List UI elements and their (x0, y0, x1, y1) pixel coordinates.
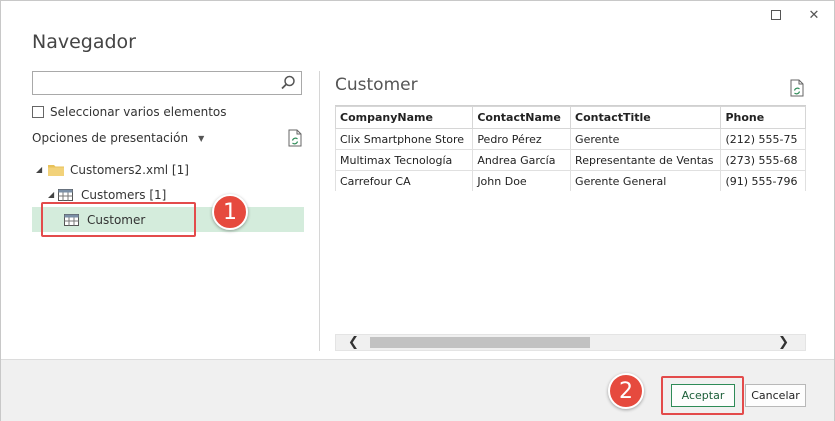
search-icon[interactable] (279, 74, 297, 92)
preview-title: Customer (335, 75, 418, 95)
table-cell: (212) 555-75 (720, 128, 806, 150)
horizontal-scrollbar[interactable]: ❮ ❯ (335, 334, 806, 351)
multi-select-label: Seleccionar varios elementos (50, 105, 227, 119)
display-options-label: Opciones de presentación (32, 131, 189, 145)
maximize-icon[interactable] (768, 7, 784, 23)
search-field[interactable] (32, 71, 302, 95)
table-header-row: CompanyName ContactName ContactTitle Pho… (335, 106, 806, 129)
table-cell: Representante de Ventas (570, 149, 722, 171)
tree-item-label: Customers [1] (81, 187, 167, 202)
table-cell: Multimax Tecnología (335, 149, 474, 171)
table-row: Multimax Tecnología Andrea García Repres… (335, 149, 806, 171)
table-cell: John Doe (472, 170, 572, 191)
table-cell: (91) 555-796 (720, 170, 806, 191)
preview-table-container: CompanyName ContactName ContactTitle Pho… (335, 105, 806, 191)
dialog-footer: Aceptar Cancelar (1, 359, 834, 421)
cancel-button[interactable]: Cancelar (745, 384, 806, 407)
refresh-icon[interactable] (287, 129, 303, 147)
column-header[interactable]: ContactTitle (570, 106, 722, 129)
multi-select-checkbox[interactable] (32, 106, 44, 118)
callout-badge-1: 1 (212, 194, 248, 230)
accept-button[interactable]: Aceptar (671, 384, 735, 407)
display-options-dropdown[interactable]: Opciones de presentación ▼ (32, 131, 204, 145)
table-cell: Carrefour CA (335, 170, 474, 191)
panel-divider[interactable] (319, 71, 320, 351)
column-header[interactable]: Phone (720, 106, 806, 129)
dialog-title: Navegador (32, 31, 136, 53)
expand-arrow-icon[interactable]: ◢ (48, 190, 58, 199)
scrollbar-thumb[interactable] (370, 337, 590, 348)
table-cell: Gerente General (570, 170, 722, 191)
table-cell: (273) 555-68 (720, 149, 806, 171)
folder-icon (48, 164, 64, 176)
multi-select-option[interactable]: Seleccionar varios elementos (32, 105, 227, 119)
search-input[interactable] (33, 72, 273, 94)
caret-down-icon: ▼ (198, 133, 205, 143)
scroll-left-icon[interactable]: ❮ (348, 335, 359, 350)
table-cell: Andrea García (472, 149, 572, 171)
tree-item-customers2-xml[interactable]: ◢ Customers2.xml [1] (32, 157, 304, 182)
table-row: Clix Smartphone Store Pedro Pérez Gerent… (335, 128, 806, 150)
refresh-icon[interactable] (789, 79, 805, 97)
table-icon (58, 188, 73, 201)
preview-table: CompanyName ContactName ContactTitle Pho… (335, 106, 806, 191)
callout-highlight-customer (41, 202, 196, 237)
tree-item-label: Customers2.xml [1] (70, 162, 189, 177)
expand-arrow-icon[interactable]: ◢ (36, 165, 46, 174)
table-row: Carrefour CA John Doe Gerente General (9… (335, 170, 806, 191)
navigator-dialog: ✕ Navegador Seleccionar varios elementos… (0, 0, 835, 421)
table-cell: Pedro Pérez (472, 128, 572, 150)
callout-badge-2: 2 (608, 373, 644, 409)
column-header[interactable]: CompanyName (335, 106, 474, 129)
table-cell: Clix Smartphone Store (335, 128, 474, 150)
close-icon[interactable]: ✕ (806, 7, 822, 23)
window-controls: ✕ (768, 7, 822, 23)
scroll-right-icon[interactable]: ❯ (778, 335, 789, 350)
column-header[interactable]: ContactName (472, 106, 572, 129)
table-cell: Gerente (570, 128, 722, 150)
maximize-box (771, 10, 781, 20)
